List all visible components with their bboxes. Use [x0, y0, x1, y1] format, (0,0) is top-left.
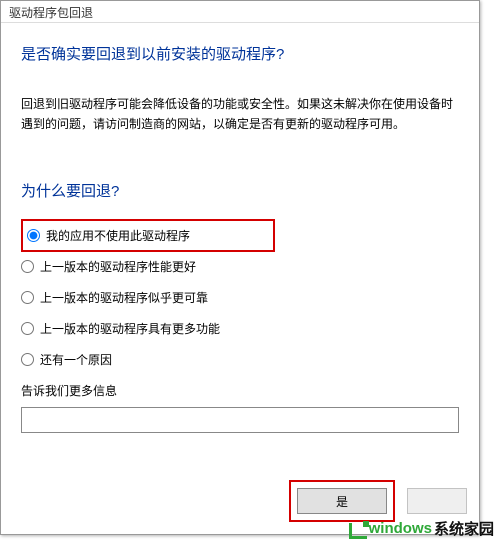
reason-option-more-reliable[interactable]: 上一版本的驱动程序似乎更可靠 [21, 289, 459, 306]
reason-option-better-perf[interactable]: 上一版本的驱动程序性能更好 [21, 258, 459, 275]
more-info-label: 告诉我们更多信息 [21, 382, 459, 399]
reason-option-other[interactable]: 还有一个原因 [21, 351, 459, 368]
more-info-input[interactable] [21, 407, 459, 433]
reason-radio-group: 我的应用不使用此驱动程序 上一版本的驱动程序性能更好 上一版本的驱动程序似乎更可… [21, 219, 459, 368]
reason-radio-5[interactable] [21, 353, 34, 366]
reason-label-4: 上一版本的驱动程序具有更多功能 [40, 320, 220, 337]
reason-label-5: 还有一个原因 [40, 351, 112, 368]
reason-question: 为什么要回退? [21, 180, 459, 201]
reason-option-app-not-use[interactable]: 我的应用不使用此驱动程序 [21, 219, 275, 252]
explanation-text: 回退到旧驱动程序可能会降低设备的功能或安全性。如果这未解决你在使用设备时遇到的问… [21, 94, 459, 135]
main-question: 是否确实要回退到以前安装的驱动程序? [21, 43, 459, 64]
no-button[interactable] [407, 488, 467, 514]
reason-label-3: 上一版本的驱动程序似乎更可靠 [40, 289, 208, 306]
yes-button[interactable]: 是 [297, 488, 387, 514]
dialog-title-bar: 驱动程序包回退 [1, 1, 479, 23]
reason-radio-2[interactable] [21, 260, 34, 273]
reason-radio-3[interactable] [21, 291, 34, 304]
reason-label-1: 我的应用不使用此驱动程序 [46, 227, 190, 244]
reason-radio-4[interactable] [21, 322, 34, 335]
reason-label-2: 上一版本的驱动程序性能更好 [40, 258, 196, 275]
dialog-content: 是否确实要回退到以前安装的驱动程序? 回退到旧驱动程序可能会降低设备的功能或安全… [1, 23, 479, 443]
reason-option-more-features[interactable]: 上一版本的驱动程序具有更多功能 [21, 320, 459, 337]
yes-button-highlight: 是 [289, 480, 395, 522]
dialog-button-row: 是 [289, 480, 467, 522]
reason-radio-1[interactable] [27, 229, 40, 242]
rollback-dialog: 驱动程序包回退 是否确实要回退到以前安装的驱动程序? 回退到旧驱动程序可能会降低… [0, 0, 480, 535]
